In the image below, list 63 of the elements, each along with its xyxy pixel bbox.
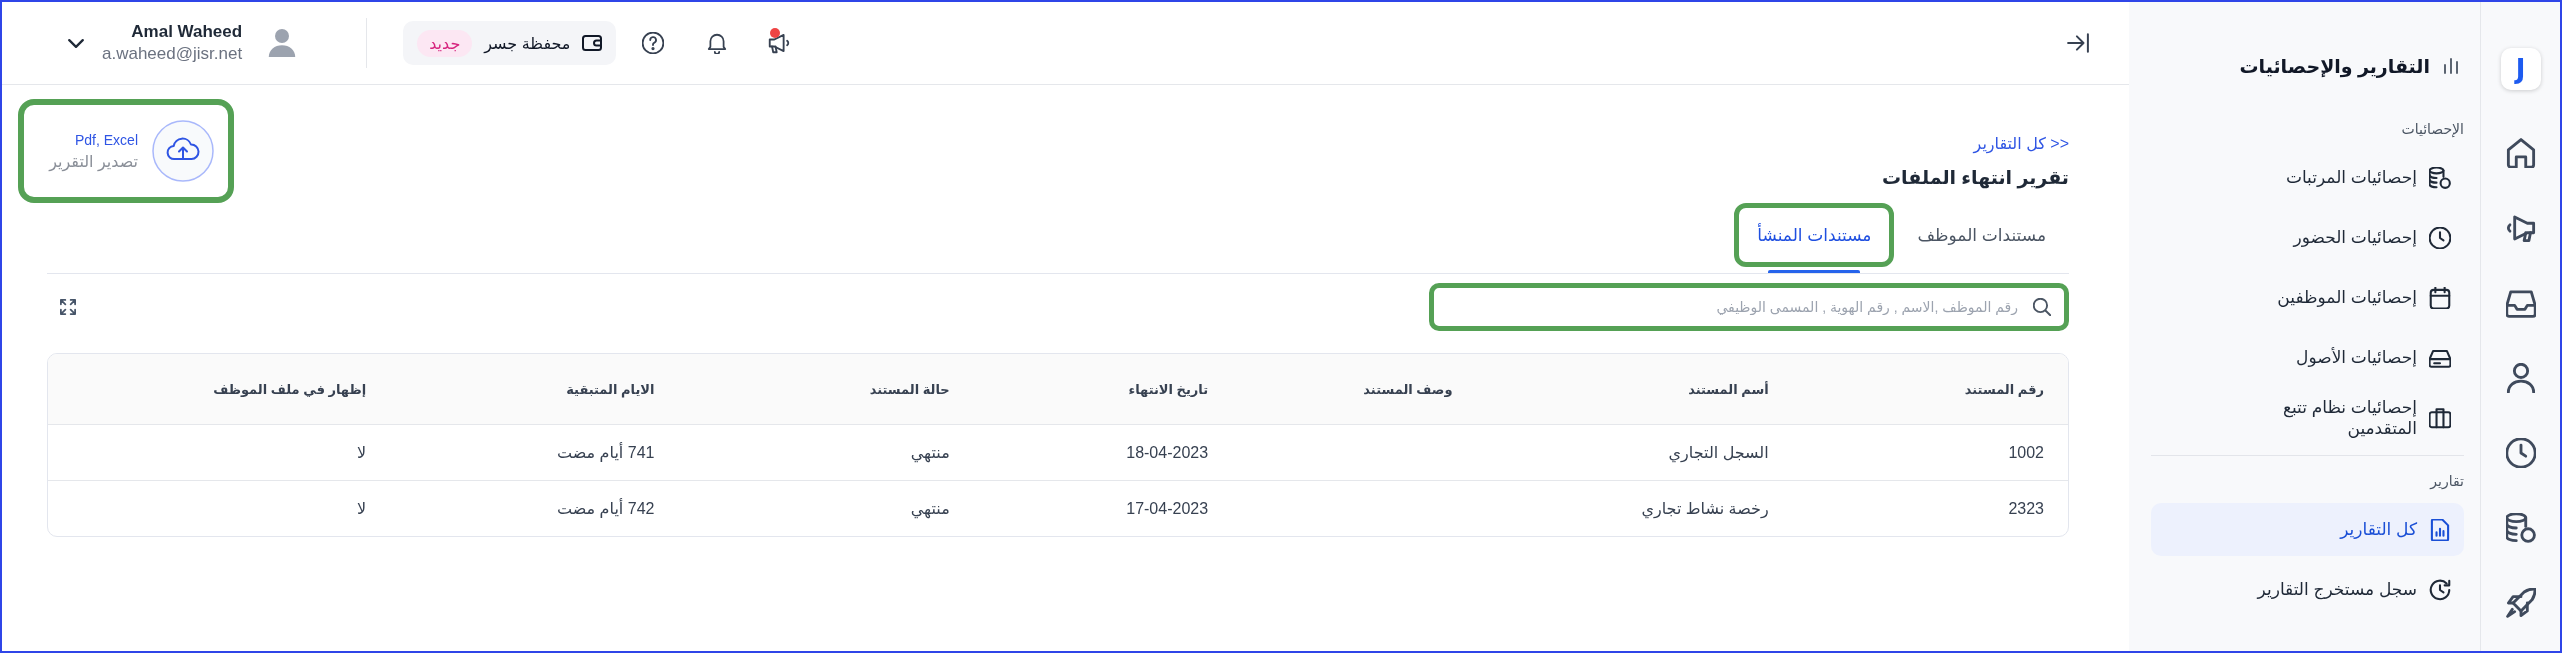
wallet-icon	[582, 35, 603, 51]
table-cell-text: 742 أيام مضت	[556, 499, 656, 518]
coins-icon[interactable]	[2505, 513, 2536, 543]
inbox-icon[interactable]	[2505, 288, 2536, 318]
sidebar-item[interactable]: إحصائيات نظام تتبع المتقدمين	[2151, 391, 2464, 444]
breadcrumb-link[interactable]: << كل التقارير	[1973, 133, 2069, 155]
table-cell-text: لا	[356, 499, 368, 518]
megaphone-icon[interactable]	[2505, 213, 2536, 243]
table-cell-text: رخصة نشاط تجاري	[1640, 499, 1770, 518]
cloud-upload-icon	[152, 120, 214, 182]
page-title: تقرير انتهاء الملفات	[1882, 166, 2069, 191]
briefcase-icon	[2429, 406, 2451, 429]
user-icon[interactable]	[2505, 363, 2536, 393]
new-badge: جديد	[417, 29, 473, 57]
sidebar-item[interactable]: إحصائيات الموظفين	[2151, 271, 2464, 324]
tab[interactable]: مستندات الموظف	[1894, 203, 2069, 267]
table-cell-text: منتهي	[909, 443, 951, 462]
calendar-icon	[2429, 286, 2451, 309]
bar-chart-icon	[2444, 58, 2458, 74]
clock-icon[interactable]	[2505, 438, 2536, 468]
collapse-icon[interactable]	[2067, 32, 2089, 54]
table-cell-text: 2323	[2007, 499, 2045, 518]
wallet-button[interactable]: محفظة جسر جديد	[403, 21, 617, 65]
section-label: الإحصائيات	[2400, 120, 2464, 138]
column-header: إظهار في ملف الموظف	[212, 381, 368, 397]
sidebar-item[interactable]: سجل مستخرج التقارير	[2151, 563, 2464, 616]
column-header: تاريخ الانتهاء	[1127, 381, 1210, 397]
rocket-icon[interactable]	[2505, 588, 2536, 618]
user-name: Amal Waheed	[130, 21, 243, 43]
table-cell-text: لا	[356, 443, 368, 462]
coins-icon	[2429, 166, 2451, 189]
home-icon[interactable]	[2505, 138, 2536, 168]
tab[interactable]: مستندات المنشأ	[1734, 203, 1895, 267]
table-cell-text: 18-04-2023	[1125, 443, 1210, 462]
column-header: الايام المتبقية	[565, 381, 656, 397]
table-cell-text: منتهي	[909, 499, 951, 518]
table-cell-text: 741 أيام مضت	[556, 443, 656, 462]
sidebar-item[interactable]: كل التقارير	[2151, 503, 2464, 556]
column-header: رقم المستند	[1963, 381, 2045, 397]
search-icon	[2033, 298, 2051, 316]
expand-icon[interactable]	[60, 299, 76, 315]
column-header: حالة المستند	[868, 381, 951, 397]
avatar-icon	[268, 28, 297, 58]
table-cell-text: 17-04-2023	[1125, 499, 1210, 518]
megaphone-icon[interactable]	[768, 32, 791, 54]
search-field[interactable]: رقم الموظف ,الاسم , رقم الهوية , المسمى الوظيفي	[1429, 283, 2069, 331]
app-logo[interactable]: J	[2500, 48, 2541, 90]
help-icon[interactable]	[642, 32, 665, 54]
clock-icon	[2429, 226, 2451, 249]
bell-icon[interactable]	[706, 32, 729, 54]
sidebar-item[interactable]: إحصائيات الحضور	[2151, 211, 2464, 264]
column-header: أسم المستند	[1687, 381, 1770, 397]
report-chart-icon	[2429, 518, 2451, 541]
column-header: وصف المستند	[1362, 381, 1454, 397]
section-label: تقارير	[2428, 472, 2464, 490]
sidebar-title: التقارير والإحصائيات	[2239, 54, 2430, 78]
sidebar-item[interactable]: إحصائيات المرتبات	[2151, 151, 2464, 204]
table-cell-text: 1002	[2007, 443, 2045, 462]
table-cell-text: السجل التجاري	[1667, 443, 1770, 462]
history-icon	[2429, 578, 2451, 601]
chevron-down-icon[interactable]	[68, 38, 84, 48]
sidebar-item[interactable]: إحصائيات الأصول	[2151, 331, 2464, 384]
user-email: a.waheed@jisr.net	[102, 43, 243, 65]
